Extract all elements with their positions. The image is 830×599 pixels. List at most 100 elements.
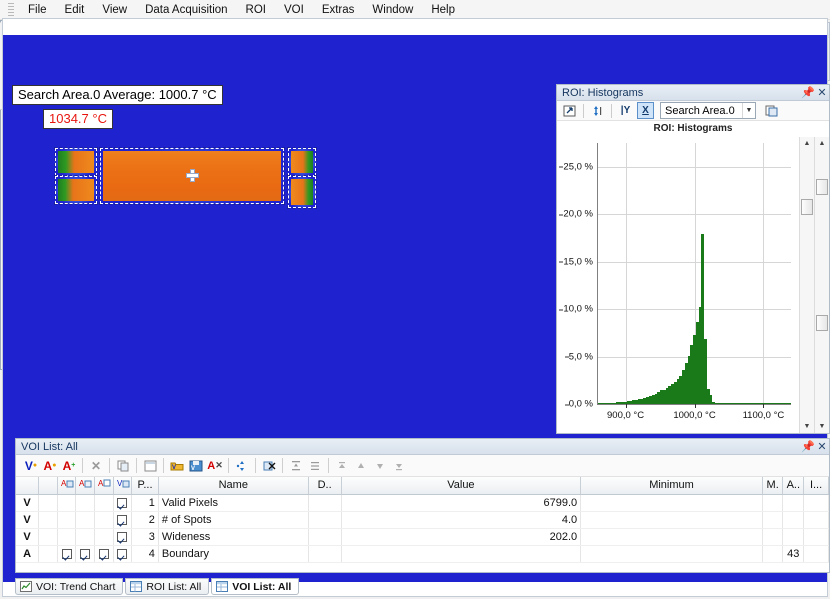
scrollbar-thumb[interactable] xyxy=(801,199,813,215)
open-voi-icon[interactable]: V xyxy=(168,457,186,475)
thermal-object-right-bottom[interactable] xyxy=(291,179,313,205)
selection-outline[interactable] xyxy=(288,176,316,208)
row-check-a1[interactable] xyxy=(57,545,76,562)
table-row[interactable]: V1Valid Pixels6799.0 xyxy=(16,494,829,511)
row-check-a2[interactable] xyxy=(76,528,95,545)
thermal-object-left-bottom[interactable] xyxy=(58,179,94,201)
col-i[interactable]: I... xyxy=(804,477,829,494)
reorder-icon[interactable] xyxy=(233,457,251,475)
copy-icon[interactable] xyxy=(114,457,132,475)
selection-outline[interactable] xyxy=(55,148,97,176)
delete-icon[interactable]: ✕ xyxy=(87,457,105,475)
row-check-a3[interactable] xyxy=(94,511,113,528)
scroll-up-icon[interactable]: ▲ xyxy=(815,137,829,150)
histogram-plot[interactable]: 0,0 %5,0 %10,0 %15,0 %20,0 %25,0 %900,0 … xyxy=(597,143,791,405)
table-row[interactable]: A4Boundary43 xyxy=(16,545,829,562)
checkbox-checked-icon[interactable] xyxy=(80,549,90,559)
scrollbar-thumb-upper[interactable] xyxy=(816,179,828,195)
vertical-scale-icon[interactable] xyxy=(589,102,606,119)
move-down-icon[interactable] xyxy=(371,457,389,475)
bottom-tab-1[interactable]: ROI List: All xyxy=(125,578,209,595)
properties-icon[interactable] xyxy=(141,457,159,475)
col-flag[interactable] xyxy=(16,477,39,494)
row-check-a1[interactable] xyxy=(57,511,76,528)
y-axis-icon[interactable]: |Y xyxy=(617,102,634,119)
align-middle-icon[interactable] xyxy=(306,457,324,475)
clear-all-icon[interactable]: A✕ xyxy=(206,457,224,475)
row-check-a1[interactable] xyxy=(57,494,76,511)
col-name[interactable]: Name xyxy=(158,477,308,494)
histogram-scrollbar-left[interactable]: ▲ ▼ xyxy=(799,137,814,433)
checkbox-checked-icon[interactable] xyxy=(117,532,127,542)
copy-to-clipboard-icon[interactable] xyxy=(763,102,780,119)
thermal-object-left-top[interactable] xyxy=(58,151,94,173)
scroll-up-icon[interactable]: ▲ xyxy=(800,137,814,150)
col-a[interactable]: A.. xyxy=(783,477,804,494)
new-alarm-plus-icon[interactable]: A+ xyxy=(60,457,78,475)
table-row[interactable]: V2# of Spots4.0 xyxy=(16,511,829,528)
thermal-object-right-top[interactable] xyxy=(291,151,313,173)
col-m[interactable]: M. xyxy=(762,477,783,494)
menu-item-edit[interactable]: Edit xyxy=(56,2,94,18)
histogram-scrollbar-right[interactable]: ▲ ▼ xyxy=(814,137,829,433)
col-a3-icon[interactable]: A xyxy=(94,477,113,494)
selection-outline[interactable] xyxy=(55,176,97,204)
chevron-down-icon[interactable]: ▼ xyxy=(742,103,755,118)
col-value[interactable]: Value xyxy=(341,477,581,494)
close-icon[interactable]: ✕ xyxy=(815,440,829,453)
save-voi-icon[interactable]: V xyxy=(187,457,205,475)
menu-item-voi[interactable]: VOI xyxy=(275,2,313,18)
menu-item-help[interactable]: Help xyxy=(422,2,464,18)
menu-item-extras[interactable]: Extras xyxy=(313,2,364,18)
new-alarm-icon[interactable]: A● xyxy=(41,457,59,475)
move-first-icon[interactable] xyxy=(333,457,351,475)
checkbox-checked-icon[interactable] xyxy=(99,549,109,559)
menu-item-view[interactable]: View xyxy=(93,2,136,18)
export-arrow-icon[interactable] xyxy=(561,102,578,119)
row-check-a2[interactable] xyxy=(76,545,95,562)
row-check-a3[interactable] xyxy=(94,494,113,511)
col-minimum[interactable]: Minimum xyxy=(581,477,763,494)
close-icon[interactable]: ✕ xyxy=(815,86,829,99)
row-check-a1[interactable] xyxy=(57,528,76,545)
scroll-down-icon[interactable]: ▼ xyxy=(800,420,814,433)
col-d[interactable]: D.. xyxy=(308,477,341,494)
col-a1-icon[interactable]: A xyxy=(57,477,76,494)
checkbox-checked-icon[interactable] xyxy=(62,549,72,559)
row-check-v[interactable] xyxy=(113,528,132,545)
bottom-tab-2[interactable]: VOI List: All xyxy=(211,578,299,595)
col-a2-icon[interactable]: A xyxy=(76,477,95,494)
row-check-a2[interactable] xyxy=(76,494,95,511)
menu-item-file[interactable]: File xyxy=(19,2,56,18)
align-top-icon[interactable] xyxy=(287,457,305,475)
thermal-object-main-bar[interactable] xyxy=(103,151,281,201)
pin-icon[interactable]: 📌 xyxy=(801,86,815,99)
move-last-icon[interactable] xyxy=(390,457,408,475)
col-v-icon[interactable]: V xyxy=(113,477,132,494)
scrollbar-thumb-lower[interactable] xyxy=(816,315,828,331)
menu-drag-grip[interactable] xyxy=(8,3,14,17)
voi-table-scroll[interactable]: A A A V P... Name D.. Value Minimum xyxy=(16,477,829,572)
selection-outline[interactable] xyxy=(288,148,316,176)
menu-item-window[interactable]: Window xyxy=(363,2,422,18)
checkbox-checked-icon[interactable] xyxy=(117,498,127,508)
menu-item-data-acquisition[interactable]: Data Acquisition xyxy=(136,2,236,18)
row-check-v[interactable] xyxy=(113,545,132,562)
checkbox-checked-icon[interactable] xyxy=(117,549,127,559)
col-position[interactable]: P... xyxy=(132,477,159,494)
checkbox-checked-icon[interactable] xyxy=(117,515,127,525)
new-voi-icon[interactable]: V● xyxy=(22,457,40,475)
x-axis-icon[interactable]: X xyxy=(637,102,654,119)
row-check-v[interactable] xyxy=(113,511,132,528)
crosshair-marker-icon[interactable] xyxy=(186,169,199,182)
roi-select[interactable]: Search Area.0 ▼ xyxy=(660,102,756,119)
row-check-v[interactable] xyxy=(113,494,132,511)
bottom-tab-0[interactable]: VOI: Trend Chart xyxy=(15,578,123,595)
delete-all-icon[interactable] xyxy=(260,457,278,475)
table-row[interactable]: V3Wideness202.0 xyxy=(16,528,829,545)
row-check-a2[interactable] xyxy=(76,511,95,528)
menu-item-roi[interactable]: ROI xyxy=(237,2,275,18)
col-blank[interactable] xyxy=(39,477,58,494)
pin-icon[interactable]: 📌 xyxy=(801,440,815,453)
row-check-a3[interactable] xyxy=(94,528,113,545)
